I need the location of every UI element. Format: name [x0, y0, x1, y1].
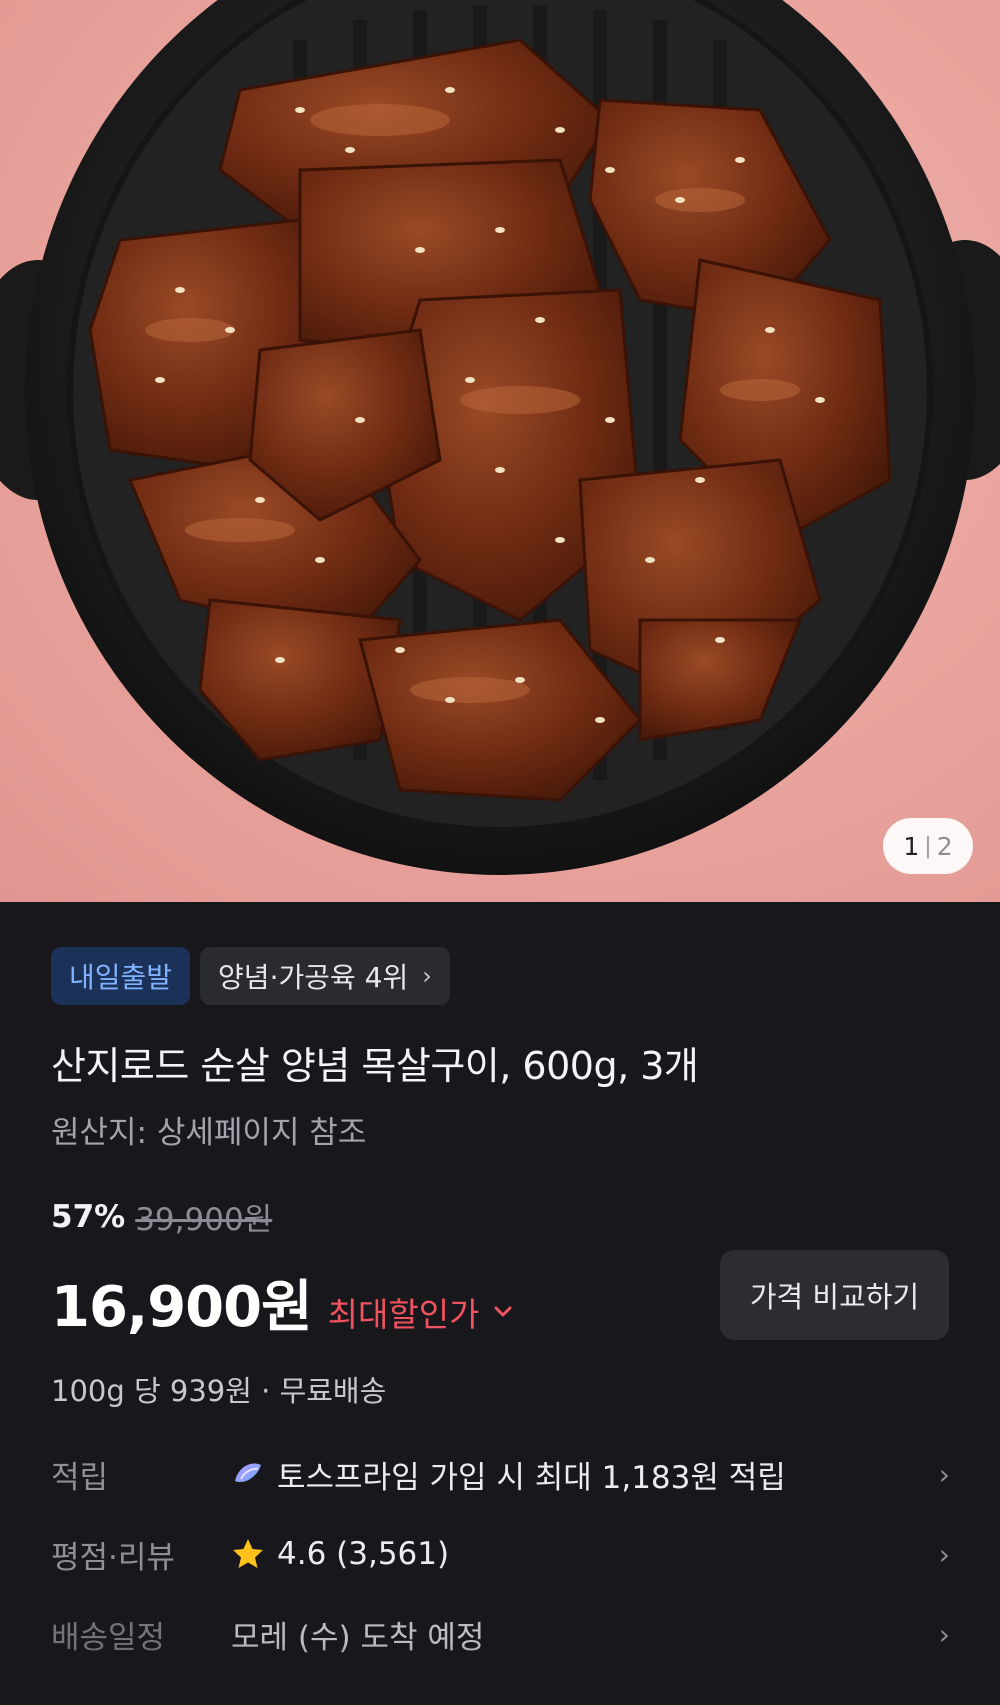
price-row: 16,900원 최대할인가: [51, 1262, 513, 1343]
product-title: 산지로드 순살 양념 목살구이, 600g, 3개: [51, 1044, 699, 1088]
image-page-counter: 1 | 2: [883, 818, 973, 874]
max-discount-toggle[interactable]: 최대할인가: [328, 1288, 514, 1336]
product-origin: 원산지: 상세페이지 참조: [51, 1115, 367, 1151]
counter-separator: |: [924, 833, 932, 859]
review-label: 평점·리뷰: [51, 1539, 175, 1576]
discount-percent: 57%: [51, 1198, 126, 1235]
shipping-row[interactable]: 배송일정 모레 (수) 도착 예정 ›: [51, 1604, 950, 1664]
original-price: 39,900원: [135, 1202, 273, 1238]
compare-price-button[interactable]: 가격 비교하기: [720, 1250, 949, 1340]
ranking-badge[interactable]: 양념·가공육 4위 ›: [200, 947, 450, 1005]
delivery-badge: 내일출발: [51, 947, 191, 1005]
points-value-group: 토스프라임 가입 시 최대 1,183원 적립: [231, 1452, 910, 1497]
chevron-down-icon: [494, 1306, 512, 1317]
review-value: 4.6 (3,561): [277, 1536, 450, 1572]
review-row[interactable]: 평점·리뷰 4.6 (3,561) ›: [51, 1524, 950, 1584]
sale-price: 16,900원: [51, 1275, 313, 1340]
shipping-label: 배송일정: [51, 1619, 166, 1656]
counter-total: 2: [936, 831, 953, 861]
food-photo-illustration: [0, 0, 1000, 875]
max-discount-label: 최대할인가: [327, 1295, 480, 1334]
points-row[interactable]: 적립 토스프라임 가입 시 최대 1,183원 적립 ›: [51, 1444, 950, 1504]
points-label: 적립: [51, 1459, 109, 1496]
ranking-badge-label: 양념·가공육 4위: [218, 961, 409, 994]
points-value: 토스프라임 가입 시 최대 1,183원 적립: [277, 1459, 786, 1496]
chevron-right-icon: ›: [938, 1617, 950, 1651]
unit-price-shipping: 100g 당 939원 · 무료배송: [51, 1374, 387, 1408]
product-image[interactable]: 1 | 2: [0, 0, 1000, 902]
shipping-value: 모레 (수) 도착 예정: [231, 1619, 485, 1656]
badge-row: 내일출발 양념·가공육 4위 ›: [51, 947, 450, 1005]
product-info-panel: 내일출발 양념·가공육 4위 › 산지로드 순살 양념 목살구이, 600g, …: [0, 902, 1000, 1705]
discount-row: 57% 39,900원: [51, 1194, 272, 1239]
chevron-right-icon: ›: [938, 1537, 950, 1571]
chevron-right-icon: ›: [938, 1457, 950, 1491]
counter-current: 1: [903, 831, 920, 861]
review-value-group: 4.6 (3,561): [231, 1536, 910, 1572]
star-icon: [233, 1539, 263, 1568]
chevron-right-icon: ›: [422, 962, 432, 990]
toss-prime-icon: [235, 1463, 261, 1483]
